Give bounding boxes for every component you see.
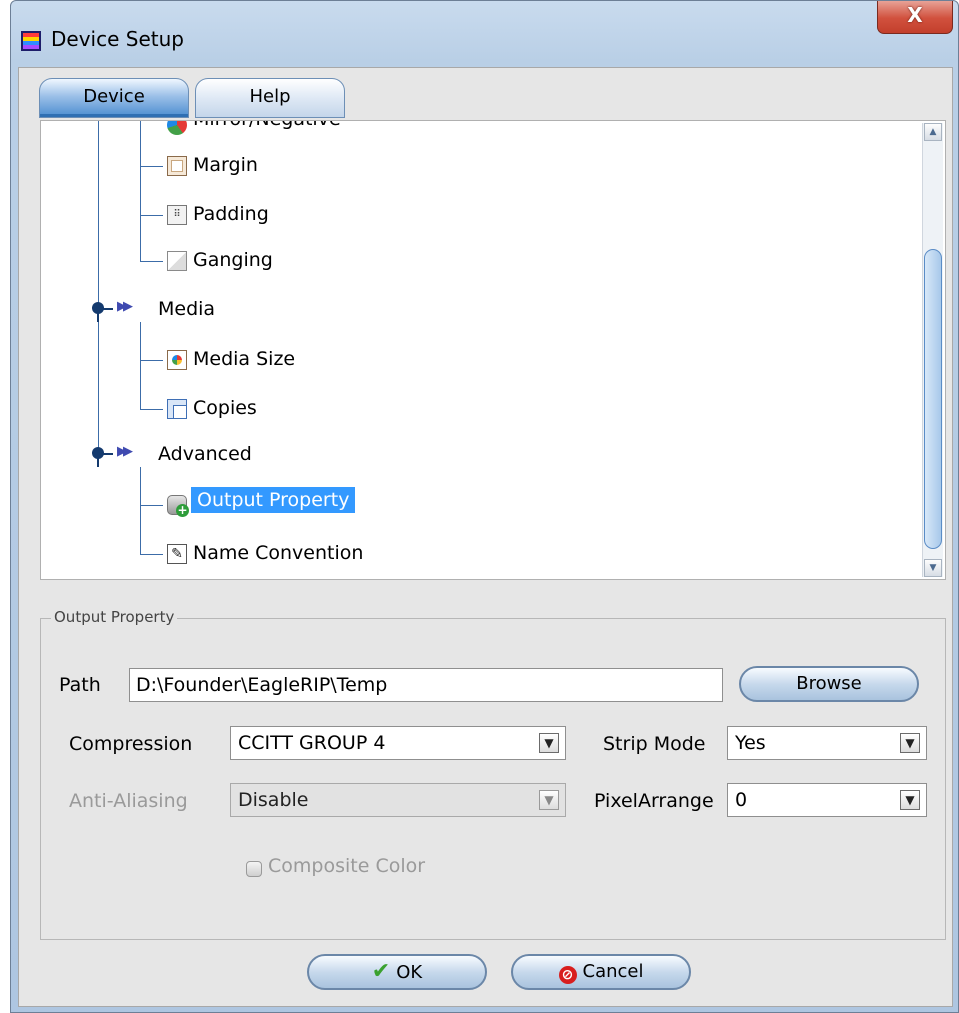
- compression-select[interactable]: CCITT GROUP 4 ▼: [230, 726, 566, 760]
- strip-mode-value: Yes: [735, 732, 766, 754]
- tree-item-padding[interactable]: Padding: [193, 203, 269, 225]
- group-title: Output Property: [51, 608, 178, 626]
- tree-scrollbar[interactable]: ▲ ▼: [922, 123, 943, 577]
- tree-item-media[interactable]: Media: [158, 298, 215, 320]
- device-setup-window: Device Setup X Help Device Mirror/Negati…: [10, 0, 959, 1013]
- tree-connector: [103, 308, 113, 310]
- cancel-icon: ⊘: [558, 966, 577, 984]
- ok-label: OK: [396, 962, 423, 983]
- tree-item-advanced[interactable]: Advanced: [158, 443, 252, 465]
- tree-connector: [140, 505, 163, 506]
- margin-icon: [167, 156, 187, 176]
- path-label: Path: [59, 674, 101, 696]
- tab-help[interactable]: Help: [195, 78, 345, 118]
- copies-icon: [167, 399, 187, 419]
- anti-aliasing-value: Disable: [238, 789, 309, 811]
- chevron-down-icon[interactable]: ▼: [539, 790, 559, 810]
- output-property-group: Output Property Path Browse Compression …: [40, 608, 946, 940]
- app-icon: [21, 31, 41, 51]
- media-group-icon: ▶▶: [117, 299, 133, 314]
- tree-item-margin[interactable]: Margin: [193, 154, 258, 176]
- mirror-negative-icon: [167, 121, 187, 135]
- media-size-icon: [167, 350, 187, 370]
- padding-icon: ⠿: [167, 205, 187, 225]
- scroll-thumb[interactable]: [924, 249, 942, 549]
- strip-mode-select[interactable]: Yes ▼: [727, 726, 927, 760]
- composite-color-label: Composite Color: [268, 855, 426, 877]
- name-convention-icon: ✎: [167, 544, 187, 564]
- cancel-label: Cancel: [582, 961, 644, 982]
- tree-connector: [140, 409, 163, 410]
- tree-item-media-size[interactable]: Media Size: [193, 348, 295, 370]
- close-button[interactable]: X: [877, 1, 953, 34]
- expander-stem: [97, 458, 99, 467]
- tree-item-copies[interactable]: Copies: [193, 397, 257, 419]
- tab-device[interactable]: Device: [39, 78, 189, 118]
- ok-button[interactable]: ✔ OK: [307, 954, 487, 990]
- strip-mode-label: Strip Mode: [603, 733, 706, 755]
- tree-connector: [140, 467, 141, 554]
- compression-value: CCITT GROUP 4: [238, 732, 386, 754]
- chevron-down-icon[interactable]: ▼: [539, 733, 559, 753]
- pixel-arrange-label: PixelArrange: [594, 790, 714, 812]
- tree-item-name-convention[interactable]: Name Convention: [193, 542, 363, 564]
- browse-button[interactable]: Browse: [739, 666, 919, 702]
- pixel-arrange-value: 0: [735, 789, 748, 811]
- composite-color-checkbox[interactable]: [246, 861, 262, 877]
- tree-connector: [140, 554, 163, 555]
- tree-connector: [98, 322, 99, 457]
- pixel-arrange-select[interactable]: 0 ▼: [727, 783, 927, 817]
- tree-connector: [98, 121, 99, 314]
- tree-connector: [140, 322, 141, 409]
- tree-item-output-property[interactable]: Output Property: [191, 487, 356, 513]
- tree-connector: [140, 121, 141, 261]
- chevron-down-icon[interactable]: ▼: [900, 733, 920, 753]
- close-icon: X: [907, 3, 923, 27]
- path-input[interactable]: [129, 668, 723, 702]
- scroll-down-icon[interactable]: ▼: [924, 559, 942, 577]
- scroll-up-icon[interactable]: ▲: [924, 123, 942, 141]
- settings-tree: Mirror/Negative Margin ⠿ Padding Ganging…: [40, 120, 946, 580]
- tree-item-ganging[interactable]: Ganging: [193, 249, 273, 271]
- tree-item-mirror-negative[interactable]: Mirror/Negative: [193, 121, 341, 130]
- tree-connector: [140, 360, 163, 361]
- tree-connector: [140, 215, 163, 216]
- checkmark-icon: ✔: [371, 959, 391, 984]
- anti-aliasing-select[interactable]: Disable ▼: [230, 783, 566, 817]
- tree-connector: [140, 261, 163, 262]
- anti-aliasing-label: Anti-Aliasing: [69, 790, 188, 812]
- compression-label: Compression: [69, 733, 193, 755]
- chevron-down-icon[interactable]: ▼: [900, 790, 920, 810]
- advanced-group-icon: ▶▶: [117, 444, 133, 459]
- expander-stem: [97, 313, 99, 322]
- window-title: Device Setup: [51, 27, 184, 51]
- tree-connector: [103, 453, 113, 455]
- ganging-icon: [167, 251, 187, 271]
- output-property-icon: [167, 495, 189, 517]
- dialog-client-area: Help Device Mirror/Negative Margin ⠿ Pad…: [18, 67, 953, 1007]
- cancel-button[interactable]: ⊘ Cancel: [511, 954, 691, 990]
- tree-connector: [140, 166, 163, 167]
